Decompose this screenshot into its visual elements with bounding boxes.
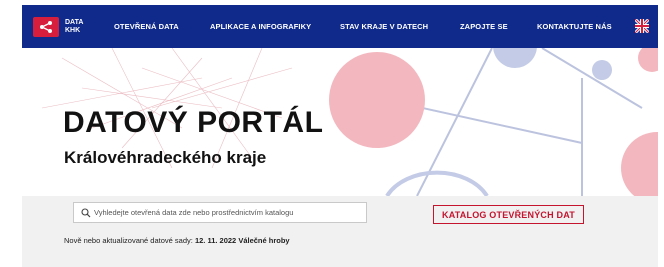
logo-line-1: DATA bbox=[65, 18, 84, 26]
latest-update-label: Nově nebo aktualizované datové sady: bbox=[64, 236, 193, 245]
latest-update-date: 12. 11. 2022 bbox=[194, 236, 237, 245]
open-data-catalog-button[interactable]: KATALOG OTEVŘENÝCH DAT bbox=[433, 205, 584, 224]
latest-update-dataset-link[interactable]: Válečné hroby bbox=[238, 236, 289, 245]
search-section: KATALOG OTEVŘENÝCH DAT Nově nebo aktuali… bbox=[22, 196, 658, 267]
search-input[interactable] bbox=[94, 208, 354, 217]
page-title: DATOVÝ PORTÁL bbox=[63, 106, 324, 139]
hero-banner: DATOVÝ PORTÁL Královéhradeckého kraje bbox=[22, 48, 658, 196]
logo[interactable]: DATA KHK bbox=[33, 16, 87, 37]
nav-item-get-involved[interactable]: ZAPOJTE SE bbox=[460, 22, 508, 31]
search-icon bbox=[81, 207, 91, 217]
latest-update: Nově nebo aktualizované datové sady: 12.… bbox=[64, 236, 290, 245]
nav-item-contact[interactable]: KONTAKTUJTE NÁS bbox=[537, 22, 612, 31]
page-subtitle: Královéhradeckého kraje bbox=[64, 148, 267, 167]
search-box[interactable] bbox=[73, 202, 367, 223]
logo-text: DATA KHK bbox=[65, 19, 87, 35]
nav-item-apps-infographics[interactable]: APLIKACE A INFOGRAFIKY bbox=[210, 22, 311, 31]
logo-line-2: KHK bbox=[65, 26, 81, 34]
uk-flag-icon[interactable] bbox=[633, 17, 651, 35]
top-navbar: DATA KHK OTEVŘENÁ DATA APLIKACE A INFOGR… bbox=[22, 5, 658, 48]
nav-item-region-state[interactable]: STAV KRAJE V DATECH bbox=[340, 22, 428, 31]
share-icon bbox=[33, 16, 59, 37]
nav-item-open-data[interactable]: OTEVŘENÁ DATA bbox=[114, 22, 179, 31]
